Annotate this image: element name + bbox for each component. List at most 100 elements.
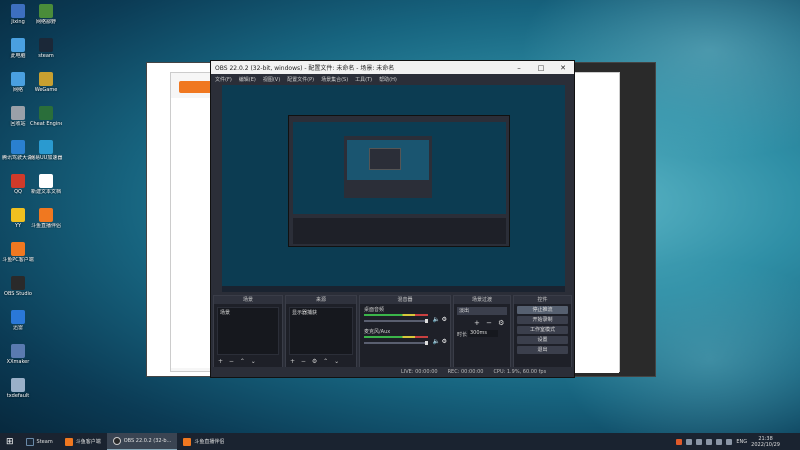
desktop-icon[interactable]: 迅雷 bbox=[2, 310, 34, 331]
steam-icon bbox=[25, 437, 34, 446]
taskbar-item-steam[interactable]: Steam bbox=[20, 433, 59, 450]
scenes-title: 场景 bbox=[214, 296, 282, 304]
duration-input[interactable]: 300ms bbox=[468, 330, 498, 337]
controls-dock: 控件 停止推流 开始录制 工作室模式 设置 退出 bbox=[513, 295, 572, 368]
stop-streaming-button[interactable]: 停止推流 bbox=[517, 306, 568, 314]
tray-icon[interactable] bbox=[696, 438, 703, 445]
desktop-icon-label: steam bbox=[38, 53, 54, 59]
taskbar-item-obs[interactable]: OBS 22.0.2 (32-b... bbox=[106, 433, 178, 450]
menu-file[interactable]: 文件(F) bbox=[215, 76, 232, 83]
desktop-icon-label: 迅雷 bbox=[12, 325, 23, 331]
desktop-icon[interactable]: 网络鄙野 bbox=[30, 4, 62, 25]
system-tray: ENG 21:38 2022/10/29 bbox=[676, 436, 800, 448]
app-icon bbox=[11, 72, 25, 86]
desktop-icon[interactable]: WeGame bbox=[30, 72, 62, 93]
taskbar-item-douyu[interactable]: 斗鱼客户端 bbox=[59, 433, 107, 450]
settings-button[interactable]: 设置 bbox=[517, 336, 568, 344]
desktop-icon[interactable]: Cheat Engine bbox=[30, 106, 62, 127]
preview-taskbar bbox=[222, 286, 565, 292]
live-timer: LIVE: 00:00:00 bbox=[401, 369, 438, 375]
gear-icon[interactable]: ⚙ bbox=[442, 338, 447, 345]
app-icon bbox=[11, 310, 25, 324]
transition-select[interactable]: 淡出 bbox=[457, 307, 507, 315]
network-icon[interactable] bbox=[716, 438, 723, 445]
app-icon bbox=[11, 4, 25, 18]
desktop-icon[interactable]: OBS Studio bbox=[2, 276, 34, 297]
taskbar-item-douyu-live[interactable]: 斗鱼直播伴侣 bbox=[177, 433, 230, 450]
desktop-icon[interactable]: 网易UU加速器 bbox=[30, 140, 62, 161]
menu-profile[interactable]: 配置文件(P) bbox=[287, 76, 314, 83]
menu-help[interactable]: 帮助(H) bbox=[379, 76, 397, 83]
app-icon bbox=[11, 38, 25, 52]
menu-scene-collection[interactable]: 场景集合(S) bbox=[321, 76, 348, 83]
speaker-icon[interactable]: 🔈 bbox=[433, 316, 440, 323]
menu-view[interactable]: 视图(V) bbox=[263, 76, 280, 83]
sources-controls[interactable]: + − ⚙ ⌃ ⌄ bbox=[290, 358, 341, 365]
windows-icon: ⊞ bbox=[6, 436, 14, 447]
mixer-track-desktop: 桌面音频 bbox=[364, 307, 385, 313]
clock[interactable]: 21:38 2022/10/29 bbox=[751, 436, 780, 448]
taskbar: ⊞ Steam 斗鱼客户端 OBS 22.0.2 (32-b... 斗鱼直播伴侣… bbox=[0, 433, 800, 450]
preview-capture-layer1 bbox=[288, 115, 510, 247]
app-icon bbox=[39, 106, 53, 120]
obs-titlebar: OBS 22.0.2 (32-bit, windows) - 配置文件: 未命名… bbox=[211, 61, 574, 74]
preview-capture-layer2 bbox=[344, 136, 432, 198]
duration-label: 时长 bbox=[457, 332, 468, 338]
obs-statusbar: LIVE: 00:00:00 REC: 00:00:00 CPU: 1.9%, … bbox=[211, 367, 574, 377]
menu-tools[interactable]: 工具(T) bbox=[355, 76, 372, 83]
rec-timer: REC: 00:00:00 bbox=[447, 369, 484, 375]
app-icon bbox=[11, 344, 25, 358]
app-icon bbox=[39, 174, 53, 188]
desktop-icon[interactable]: 斗鱼PC客户端 bbox=[2, 242, 34, 263]
desktop-icon[interactable]: 斗鱼直播伴侣 bbox=[30, 208, 62, 229]
app-icon bbox=[11, 208, 25, 222]
app-icon bbox=[11, 140, 25, 154]
desktop-icon[interactable]: txdefault bbox=[2, 378, 34, 399]
close-icon[interactable]: ✕ bbox=[552, 64, 574, 72]
source-item[interactable]: 显示器捕获 bbox=[290, 308, 352, 317]
scenes-controls[interactable]: + − ⌃ ⌄ bbox=[218, 358, 258, 365]
app-icon bbox=[11, 378, 25, 392]
exit-button[interactable]: 退出 bbox=[517, 346, 568, 354]
app-icon bbox=[39, 4, 53, 18]
start-button[interactable]: ⊞ bbox=[0, 433, 20, 450]
mixer-dock: 混音器 桌面音频 🔈 ⚙ 麦克风/Aux 🔈 ⚙ bbox=[359, 295, 451, 368]
desktop-icon[interactable]: steam bbox=[30, 38, 62, 59]
gear-icon[interactable]: ⚙ bbox=[442, 316, 447, 323]
volume-icon[interactable] bbox=[726, 438, 733, 445]
language-indicator[interactable]: ENG bbox=[736, 439, 747, 445]
sources-dock: 来源 显示器捕获 + − ⚙ ⌃ ⌄ bbox=[285, 295, 357, 368]
tray-icon[interactable] bbox=[686, 438, 693, 445]
desktop-audio-meter bbox=[364, 314, 428, 316]
tray-icon[interactable] bbox=[676, 438, 683, 445]
cpu-status: CPU: 1.9%, 60.00 fps bbox=[493, 369, 547, 375]
douyu-right-panel bbox=[571, 73, 619, 373]
scene-item[interactable]: 场景 bbox=[218, 308, 278, 317]
speaker-icon[interactable]: 🔈 bbox=[433, 338, 440, 345]
menu-edit[interactable]: 编辑(E) bbox=[239, 76, 256, 83]
obs-preview[interactable] bbox=[222, 85, 565, 292]
desktop-icon[interactable]: XXmaker bbox=[2, 344, 34, 365]
app-icon bbox=[39, 140, 53, 154]
mic-audio-slider[interactable] bbox=[364, 341, 428, 345]
app-icon bbox=[39, 38, 53, 52]
mixer-title: 混音器 bbox=[360, 296, 450, 304]
desktop-audio-slider[interactable] bbox=[364, 319, 428, 323]
start-recording-button[interactable]: 开始录制 bbox=[517, 316, 568, 324]
app-icon bbox=[39, 72, 53, 86]
transition-controls[interactable]: + − ⚙ bbox=[474, 319, 506, 327]
tray-icon[interactable] bbox=[706, 438, 713, 445]
desktop-icon-label: OBS Studio bbox=[4, 291, 32, 297]
desktop-icon-label: WeGame bbox=[34, 87, 58, 93]
minimize-icon[interactable]: – bbox=[508, 64, 530, 72]
desktop-icon-label: 斗鱼PC客户端 bbox=[2, 257, 34, 263]
desktop-icon-label: XXmaker bbox=[6, 359, 30, 365]
douyu-live-icon bbox=[183, 437, 192, 446]
desktop-icon[interactable]: 新建文本文档 bbox=[30, 174, 62, 195]
maximize-icon[interactable]: □ bbox=[530, 64, 552, 72]
mixer-track-mic: 麦克风/Aux bbox=[364, 329, 391, 335]
desktop-icon-label: txdefault bbox=[6, 393, 30, 399]
obs-window[interactable]: OBS 22.0.2 (32-bit, windows) - 配置文件: 未命名… bbox=[210, 60, 575, 378]
obs-title: OBS 22.0.2 (32-bit, windows) - 配置文件: 未命名… bbox=[215, 65, 395, 72]
studio-mode-button[interactable]: 工作室模式 bbox=[517, 326, 568, 334]
